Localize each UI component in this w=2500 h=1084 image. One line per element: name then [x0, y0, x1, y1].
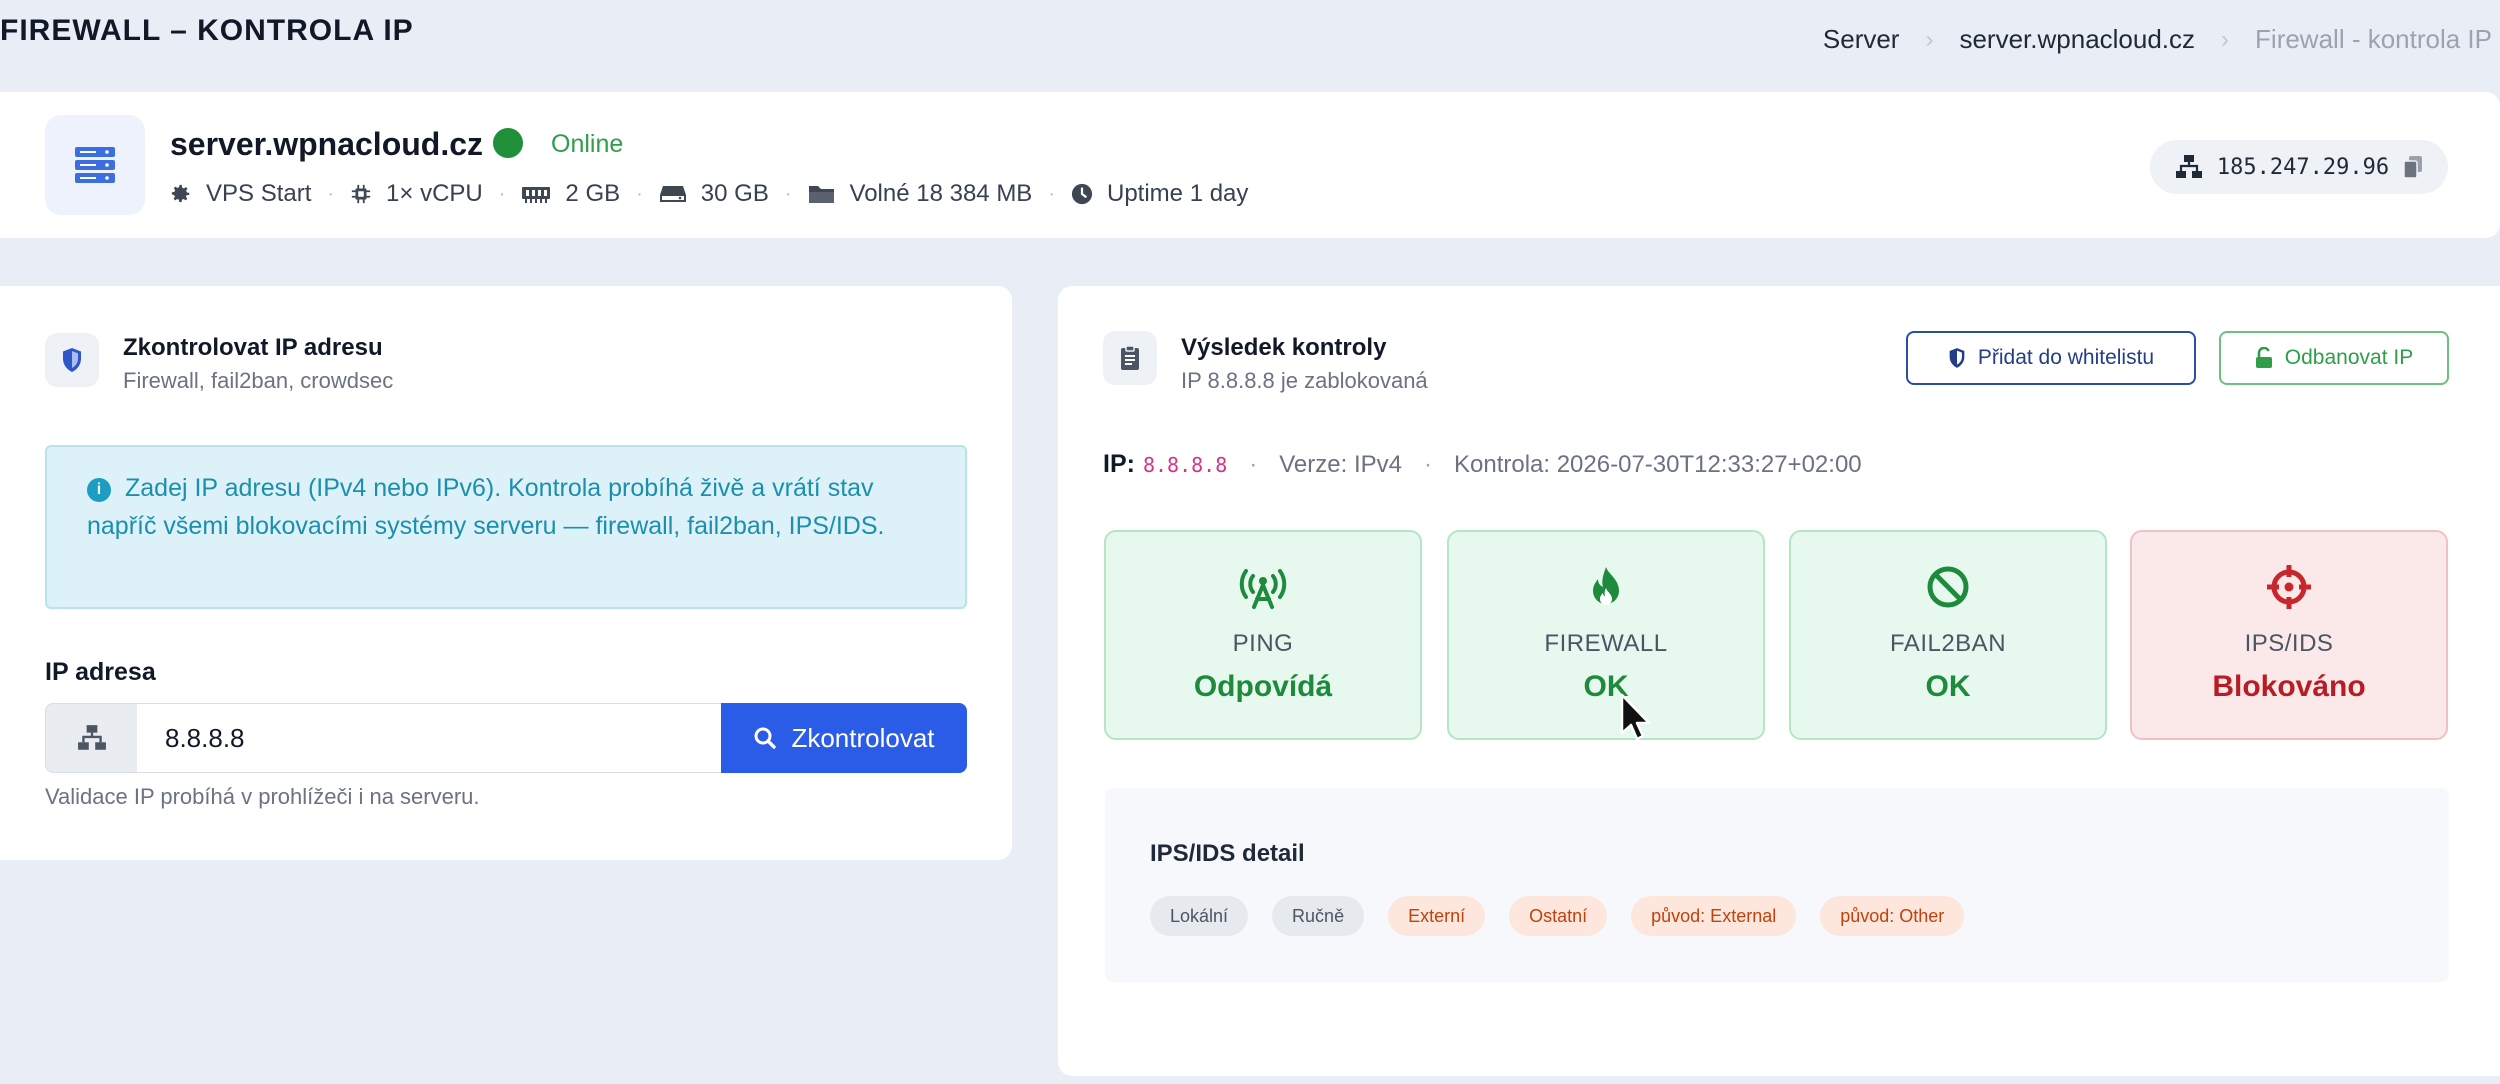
tile-firewall-label: FIREWALL: [1544, 630, 1668, 657]
tile-ips-ids-label: IPS/IDS: [2244, 630, 2334, 657]
network-icon: [2175, 155, 2202, 178]
crosshairs-icon: [2266, 562, 2312, 612]
server-name: server.wpnacloud.cz: [170, 126, 484, 162]
shield-icon: [1949, 348, 1965, 368]
network-icon: [45, 703, 137, 773]
badge-manual: Ručně: [1272, 896, 1365, 936]
tile-fail2ban-label: FAIL2BAN: [1889, 630, 2007, 657]
breadcrumb-current: Firewall - kontrola IP: [2255, 24, 2492, 54]
badge-origin-other: původ: Other: [1820, 896, 1965, 936]
spec-plan: VPS Start: [170, 180, 311, 208]
info-icon: i: [87, 478, 111, 502]
add-to-whitelist-button[interactable]: Přidat do whitelistu: [1906, 331, 2196, 385]
badge-origin-external: původ: External: [1631, 896, 1797, 936]
tile-firewall: FIREWALL OK: [1447, 530, 1765, 740]
result-subtitle: IP 8.8.8.8 je zablokovaná: [1181, 368, 1428, 393]
ips-detail-title: IPS/IDS detail: [1150, 840, 1305, 867]
check-ip-subtitle: Firewall, fail2ban, crowdsec: [123, 368, 394, 393]
breadcrumb-server[interactable]: Server: [1823, 24, 1900, 55]
result-meta: IP: 8.8.8.8 · Verze: IPv4 · Kontrola: 20…: [1103, 450, 1862, 478]
check-button[interactable]: Zkontrolovat: [721, 703, 967, 773]
page-title: FIREWALL – KONTROLA IP: [0, 14, 414, 47]
server-ip-pill: 185.247.29.96: [2150, 140, 2448, 194]
fire-icon: [1589, 562, 1623, 612]
tile-fail2ban: FAIL2BAN OK: [1789, 530, 2107, 740]
badge-other: Ostatní: [1509, 896, 1608, 936]
folder-icon: [808, 186, 834, 203]
ips-detail-badges: Lokální Ručně Externí Ostatní původ: Ext…: [1150, 896, 1965, 936]
ip-key: IP:: [1103, 450, 1135, 478]
check-timestamp: Kontrola: 2026-07-30T12:33:27+02:00: [1453, 450, 1862, 478]
copy-icon[interactable]: [2403, 155, 2423, 179]
shield-icon: [45, 333, 99, 387]
checked-ip: 8.8.8.8: [1142, 452, 1228, 477]
chevron-right-icon: ›: [1925, 25, 1934, 53]
check-ip-title: Zkontrolovat IP adresu: [123, 334, 383, 361]
unban-ip-button[interactable]: Odbanovat IP: [2219, 331, 2449, 385]
validation-help: Validace IP probíhá v prohlížeči i na se…: [45, 784, 480, 809]
badge-external: Externí: [1388, 896, 1486, 936]
clipboard-icon: [1103, 331, 1157, 385]
tile-ping-label: PING: [1232, 630, 1294, 657]
info-text: Zadej IP adresu (IPv4 nebo IPv6). Kontro…: [87, 474, 885, 540]
spec-memory: 2 GB: [521, 180, 620, 208]
server-specs: VPS Start · 1× vCPU · 2 GB · 30 GB · Vol…: [170, 180, 1248, 208]
status-dot: [493, 128, 523, 158]
ban-icon: [1926, 562, 1970, 612]
ip-input-group: Zkontrolovat: [45, 703, 967, 773]
memory-icon: [522, 187, 551, 203]
tile-ips-ids: IPS/IDS Blokováno: [2130, 530, 2448, 740]
chevron-right-icon: ›: [2221, 25, 2230, 53]
ip-version: Verze: IPv4: [1279, 450, 1402, 478]
spec-disk: 30 GB: [659, 180, 769, 208]
tile-fail2ban-value: OK: [1925, 670, 1971, 703]
badge-local: Lokální: [1150, 896, 1249, 936]
spec-free-space: Volné 18 384 MB: [808, 180, 1032, 208]
ips-detail-panel: [1105, 788, 2449, 982]
breadcrumb: Server › server.wpnacloud.cz › Firewall …: [1823, 24, 2492, 55]
tile-ping-value: Odpovídá: [1193, 670, 1333, 703]
antenna-icon: [1234, 562, 1292, 612]
gear-icon: [171, 184, 190, 203]
ip-address-input[interactable]: [137, 703, 721, 773]
server-ip: 185.247.29.96: [2216, 154, 2390, 180]
result-title: Výsledek kontroly: [1181, 334, 1387, 361]
search-icon: [754, 727, 777, 749]
status-badge: Online: [551, 130, 624, 158]
ip-address-label: IP adresa: [45, 658, 156, 686]
disk-icon: [659, 186, 686, 202]
spec-cpu: 1× vCPU: [350, 180, 483, 208]
mouse-cursor-icon: [1620, 693, 1651, 741]
server-icon: [45, 115, 145, 215]
unlock-icon: [2255, 347, 2272, 368]
tile-ips-ids-value: Blokováno: [2212, 670, 2366, 703]
info-alert: i Zadej IP adresu (IPv4 nebo IPv6). Kontr…: [45, 445, 967, 609]
cpu-icon: [351, 184, 371, 204]
spec-uptime: Uptime 1 day: [1071, 180, 1248, 208]
clock-icon: [1071, 183, 1093, 205]
breadcrumb-hostname[interactable]: server.wpnacloud.cz: [1959, 24, 2195, 55]
tile-ping: PING Odpovídá: [1104, 530, 1422, 740]
server-card: [0, 92, 2500, 238]
